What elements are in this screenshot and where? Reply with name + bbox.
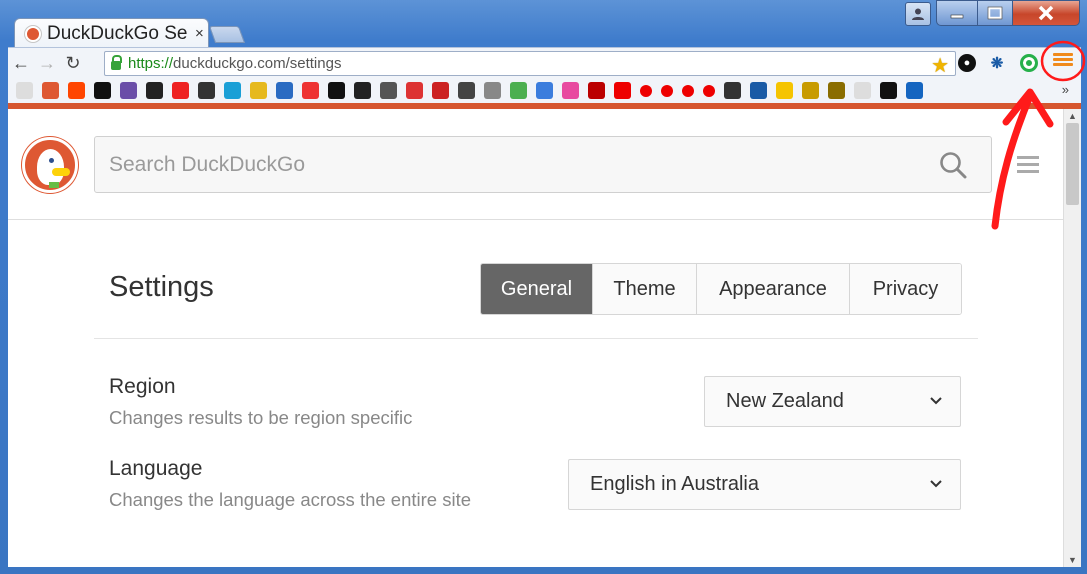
bookmark-g-icon[interactable] — [536, 82, 553, 99]
new-tab-button[interactable] — [208, 26, 246, 43]
bookmark-w-icon[interactable] — [614, 82, 631, 99]
bookmark-tv3-icon[interactable] — [458, 82, 475, 99]
minimize-button[interactable] — [936, 0, 978, 26]
bookmark-tp-icon[interactable] — [588, 82, 605, 99]
bookmark-tv-icon[interactable] — [224, 82, 241, 99]
bookmark-reddit-icon[interactable] — [68, 82, 85, 99]
scroll-thumb[interactable] — [1066, 123, 1079, 205]
language-select-value: English in Australia — [590, 473, 759, 495]
bookmark-arrow-icon[interactable] — [328, 82, 345, 99]
debug-extension-icon[interactable]: ❋ — [988, 54, 1006, 72]
forward-arrow-icon[interactable]: → — [34, 53, 60, 74]
reload-icon[interactable]: ↻ — [60, 53, 86, 74]
bookmarks-bar: » — [8, 78, 1081, 103]
bookmark-star-icon[interactable]: ★ — [931, 53, 949, 78]
bookmark-red-icon[interactable] — [406, 82, 423, 99]
bookmark-maps-icon[interactable] — [510, 82, 527, 99]
bookmark-tf-icon[interactable] — [562, 82, 579, 99]
bookmark-a-icon[interactable] — [276, 82, 293, 99]
language-description: Changes the language across the entire s… — [109, 489, 472, 510]
scroll-up-arrow-icon[interactable]: ▲ — [1068, 111, 1077, 121]
bookmark-vodafone-icon[interactable] — [703, 84, 715, 97]
region-description: Changes results to be region specific — [109, 407, 413, 428]
user-profile-icon[interactable] — [905, 2, 931, 26]
bookmark-vodafone-icon[interactable] — [661, 84, 673, 97]
tab-close-icon[interactable]: × — [195, 25, 204, 42]
page-content: Settings General Theme Appearance Privac… — [8, 109, 1063, 567]
github-extension-icon[interactable]: ● — [958, 54, 976, 72]
bookmark-photo-icon[interactable] — [380, 82, 397, 99]
tab-title: DuckDuckGo Se — [47, 22, 187, 44]
back-arrow-icon[interactable]: ← — [8, 53, 34, 74]
tab-theme[interactable]: Theme — [592, 264, 696, 314]
window-close-button[interactable] — [1012, 0, 1080, 26]
search-input[interactable] — [109, 152, 909, 177]
bookmark-wu-icon[interactable] — [802, 82, 819, 99]
bookmark-black-icon[interactable] — [880, 82, 897, 99]
bookmark-tomato-icon[interactable] — [172, 82, 189, 99]
bookmark-circle-icon[interactable] — [198, 82, 215, 99]
address-bar[interactable]: https:// duckduckgo.com/settings ★ — [104, 51, 956, 78]
region-select[interactable]: New Zealand — [704, 376, 961, 427]
bookmark-page-icon[interactable] — [16, 82, 33, 99]
bookmark-github-icon[interactable] — [94, 82, 111, 99]
bookmark-weather-icon[interactable] — [776, 82, 793, 99]
tab-appearance[interactable]: Appearance — [696, 264, 849, 314]
lock-icon — [111, 55, 122, 70]
bookmark-target-icon[interactable] — [302, 82, 319, 99]
bookmark-tv2-icon[interactable] — [354, 82, 371, 99]
tab-privacy[interactable]: Privacy — [849, 264, 961, 314]
search-icon[interactable] — [939, 151, 967, 179]
bookmark-duckduckgo-icon[interactable] — [42, 82, 59, 99]
chrome-menu-icon[interactable] — [1053, 53, 1073, 69]
bookmark-vodafone-icon[interactable] — [640, 84, 652, 97]
language-label: Language — [109, 457, 203, 480]
bookmark-shield-icon[interactable] — [484, 82, 501, 99]
bookmark-epg-icon[interactable] — [432, 82, 449, 99]
site-menu-icon[interactable] — [1017, 156, 1039, 174]
chevron-down-icon — [930, 397, 942, 405]
bookmark-vodafone-icon[interactable] — [682, 84, 694, 97]
chevron-down-icon — [930, 480, 942, 488]
region-select-value: New Zealand — [726, 390, 844, 412]
region-label: Region — [109, 375, 176, 398]
bookmark-s-icon[interactable] — [146, 82, 163, 99]
section-divider — [94, 338, 978, 339]
green-extension-icon[interactable] — [1020, 54, 1038, 72]
bookmark-h-icon[interactable] — [120, 82, 137, 99]
tab-general[interactable]: General — [481, 264, 592, 314]
url-path: duckduckgo.com/settings — [173, 55, 342, 72]
bookmark-imdb-icon[interactable] — [250, 82, 267, 99]
browser-toolbar: ← → ↻ https:// duckduckgo.com/settings ★ — [8, 47, 1081, 78]
site-header — [8, 109, 1063, 220]
language-select[interactable]: English in Australia — [568, 459, 961, 510]
duckduckgo-favicon-icon — [25, 25, 41, 42]
bookmark-g2-icon[interactable] — [724, 82, 741, 99]
duckduckgo-logo-icon[interactable] — [22, 137, 78, 193]
bookmark-wu2-icon[interactable] — [828, 82, 845, 99]
bookmark-blue-icon[interactable] — [906, 82, 923, 99]
bookmark-page2-icon[interactable] — [854, 82, 871, 99]
settings-tabs: General Theme Appearance Privacy — [480, 263, 962, 315]
bookmark-philips-icon[interactable] — [750, 82, 767, 99]
maximize-button[interactable] — [977, 0, 1013, 26]
bookmarks-more-icon[interactable]: » — [1062, 82, 1069, 97]
search-box — [94, 136, 992, 193]
page-title: Settings — [109, 271, 214, 303]
scroll-down-arrow-icon[interactable]: ▼ — [1068, 555, 1077, 565]
page-scrollbar[interactable]: ▲ ▼ — [1063, 109, 1081, 567]
browser-tab[interactable]: DuckDuckGo Se × — [14, 18, 209, 48]
url-scheme: https:// — [128, 55, 174, 72]
